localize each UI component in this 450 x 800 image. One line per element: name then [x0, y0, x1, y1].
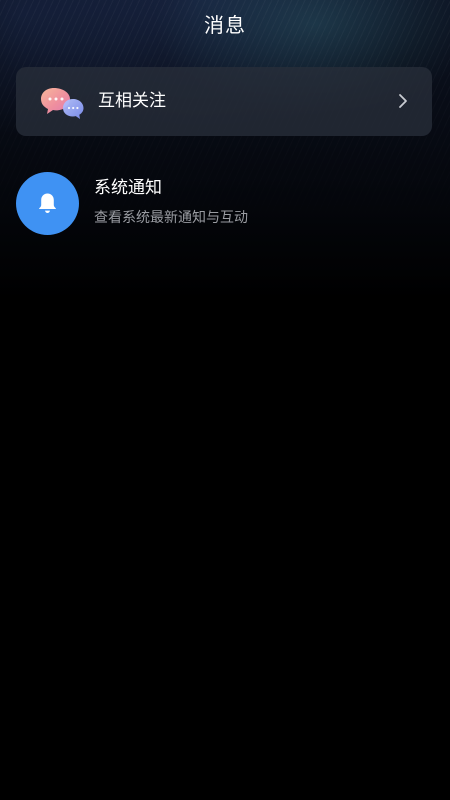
header-background — [0, 0, 450, 300]
bell-icon — [37, 192, 58, 215]
system-notification-subtitle: 查看系统最新通知与互动 — [94, 210, 248, 226]
chat-bubbles-icon — [40, 86, 86, 120]
system-notification-title: 系统通知 — [94, 178, 162, 198]
page-title: 消息 — [204, 13, 246, 37]
mutual-follow-card[interactable]: 互相关注 — [16, 67, 432, 136]
chevron-right-icon — [398, 93, 408, 109]
system-notification-item[interactable]: 系统通知 查看系统最新通知与互动 — [16, 172, 432, 236]
bell-avatar — [16, 172, 79, 235]
messages-screen: 消息 互相关注 系统通知 查看系统最新通知与互动 — [0, 0, 450, 800]
mutual-follow-label: 互相关注 — [98, 91, 166, 111]
